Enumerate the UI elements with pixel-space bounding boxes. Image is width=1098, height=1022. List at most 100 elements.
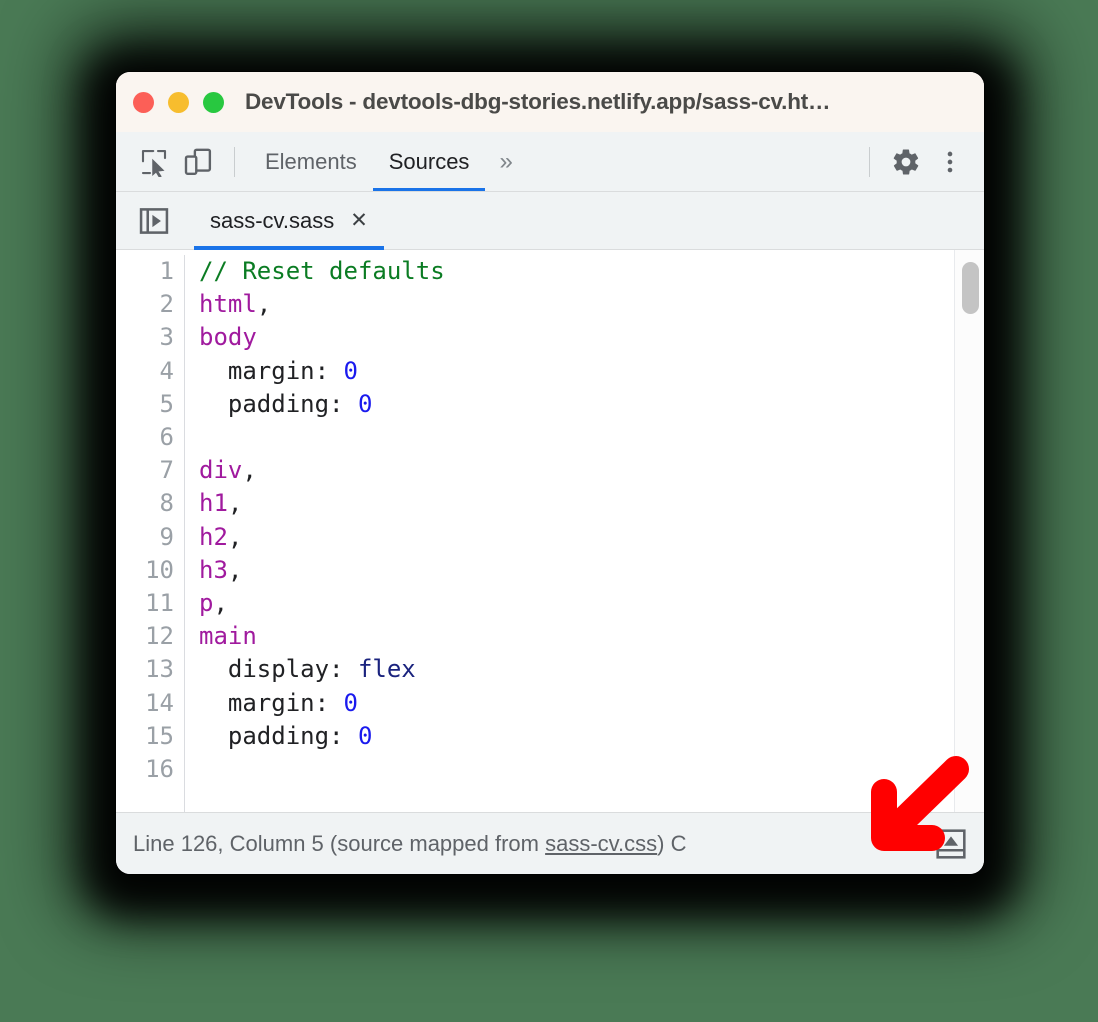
- line-number: 8: [159, 489, 174, 518]
- code-token: margin:: [199, 688, 344, 717]
- line-number: 15: [145, 721, 174, 750]
- zoom-window-button[interactable]: [203, 91, 224, 113]
- minimize-window-button[interactable]: [168, 91, 189, 113]
- line-number-gutter: 1 2 3 4 5 6 7 8 9 10 11 12 13 14 15 16: [116, 255, 184, 812]
- code-token: ,: [256, 290, 272, 319]
- tab-sources[interactable]: Sources: [372, 132, 486, 191]
- inspect-element-button[interactable]: [132, 140, 176, 184]
- code-token: p: [199, 589, 214, 618]
- code-token: ,: [227, 522, 243, 551]
- code-line[interactable]: [199, 421, 984, 454]
- show-navigator-button[interactable]: [132, 199, 176, 243]
- scrollbar-thumb[interactable]: [962, 262, 979, 314]
- line-number: 12: [145, 622, 174, 651]
- device-toolbar-icon: [184, 148, 212, 175]
- code-token: body: [199, 323, 257, 352]
- code-token: ,: [242, 456, 257, 485]
- toolbar-right-group: [855, 140, 984, 184]
- status-prefix: Line 126, Column 5 (source mapped from: [133, 830, 546, 856]
- line-number: 16: [145, 755, 174, 784]
- close-icon[interactable]: ✕: [350, 210, 368, 231]
- code-line[interactable]: main: [199, 620, 984, 653]
- show-navigator-icon: [139, 207, 169, 234]
- code-token: flex: [357, 655, 416, 684]
- settings-button[interactable]: [884, 140, 928, 184]
- code-token: div: [199, 456, 243, 485]
- editor-status-bar: Line 126, Column 5 (source mapped from s…: [116, 812, 984, 874]
- tab-elements[interactable]: Elements: [249, 132, 373, 191]
- line-number: 5: [159, 389, 174, 418]
- close-window-button[interactable]: [133, 91, 154, 113]
- code-token: 0: [357, 389, 373, 418]
- gear-icon: [893, 149, 919, 174]
- devtools-window: DevTools - devtools-dbg-stories.netlify.…: [116, 72, 984, 874]
- line-number: 2: [159, 290, 174, 319]
- line-number: 7: [159, 456, 174, 485]
- more-options-button[interactable]: [928, 140, 972, 184]
- code-token: h1: [199, 489, 228, 518]
- code-token: // Reset defaults: [199, 257, 445, 285]
- code-line[interactable]: padding: 0: [199, 388, 984, 421]
- line-number: 14: [145, 688, 174, 717]
- code-line[interactable]: h3,: [199, 554, 984, 587]
- code-token: 0: [357, 721, 373, 750]
- code-token: display:: [199, 655, 358, 684]
- pretty-print-button[interactable]: [932, 825, 970, 863]
- code-token: main: [199, 622, 257, 651]
- source-editor[interactable]: 1 2 3 4 5 6 7 8 9 10 11 12 13 14 15 16 // Reset default…: [116, 250, 984, 812]
- code-line[interactable]: html,: [199, 288, 984, 321]
- code-line[interactable]: div,: [199, 454, 984, 487]
- toggle-device-toolbar-button[interactable]: [176, 140, 220, 184]
- line-number: 6: [159, 423, 174, 452]
- line-number: 11: [145, 589, 174, 618]
- code-token: ,: [213, 589, 228, 618]
- code-line[interactable]: p,: [199, 587, 984, 620]
- code-token: h3: [199, 555, 228, 584]
- file-tab-strip: sass-cv.sass ✕: [116, 192, 984, 250]
- line-number: 10: [145, 555, 174, 584]
- line-number: 4: [159, 356, 174, 385]
- code-token: 0: [343, 356, 358, 385]
- toolbar-divider: [234, 146, 235, 177]
- line-number: 1: [159, 257, 174, 285]
- code-token: 0: [343, 688, 358, 717]
- file-tab-label: sass-cv.sass: [210, 207, 335, 233]
- code-token: ,: [227, 489, 243, 518]
- code-line[interactable]: margin: 0: [199, 355, 984, 388]
- more-panels-chevron-icon[interactable]: »: [485, 132, 526, 191]
- devtools-main-toolbar: Elements Sources »: [116, 132, 984, 192]
- code-content[interactable]: // Reset defaults html, body margin: 0 pad…: [185, 255, 984, 812]
- inspect-element-icon: [141, 149, 167, 177]
- code-line[interactable]: // Reset defaults: [199, 255, 984, 288]
- code-token: margin:: [199, 356, 344, 385]
- vertical-scrollbar[interactable]: [954, 250, 984, 812]
- source-map-link[interactable]: sass-cv.css: [545, 831, 657, 856]
- traffic-light-group: [133, 91, 224, 113]
- code-line[interactable]: h2,: [199, 521, 984, 554]
- code-line[interactable]: [199, 753, 984, 786]
- code-token: html: [199, 290, 257, 319]
- line-number: 3: [159, 323, 174, 352]
- line-number: 13: [145, 655, 174, 684]
- window-title-bar: DevTools - devtools-dbg-stories.netlify.…: [116, 72, 984, 132]
- page-title: DevTools - devtools-dbg-stories.netlify.…: [245, 89, 831, 114]
- code-token: h2: [199, 522, 228, 551]
- code-line[interactable]: h1,: [199, 487, 984, 520]
- code-line[interactable]: body: [199, 321, 984, 354]
- status-text: Line 126, Column 5 (source mapped from s…: [133, 831, 686, 857]
- code-line[interactable]: display: flex: [199, 653, 984, 686]
- code-token: padding:: [199, 721, 358, 750]
- code-area[interactable]: 1 2 3 4 5 6 7 8 9 10 11 12 13 14 15 16 // Reset default…: [116, 250, 984, 812]
- code-line[interactable]: margin: 0: [199, 687, 984, 720]
- status-suffix: ) C: [657, 830, 687, 856]
- toolbar-divider-right: [869, 146, 870, 177]
- line-number: 9: [159, 522, 174, 551]
- code-line[interactable]: padding: 0: [199, 720, 984, 753]
- file-tab-sass-cv[interactable]: sass-cv.sass ✕: [194, 192, 384, 250]
- code-token: ,: [227, 555, 243, 584]
- more-vertical-icon: [947, 151, 953, 172]
- pretty-print-icon: [936, 828, 966, 859]
- code-token: padding:: [199, 389, 358, 418]
